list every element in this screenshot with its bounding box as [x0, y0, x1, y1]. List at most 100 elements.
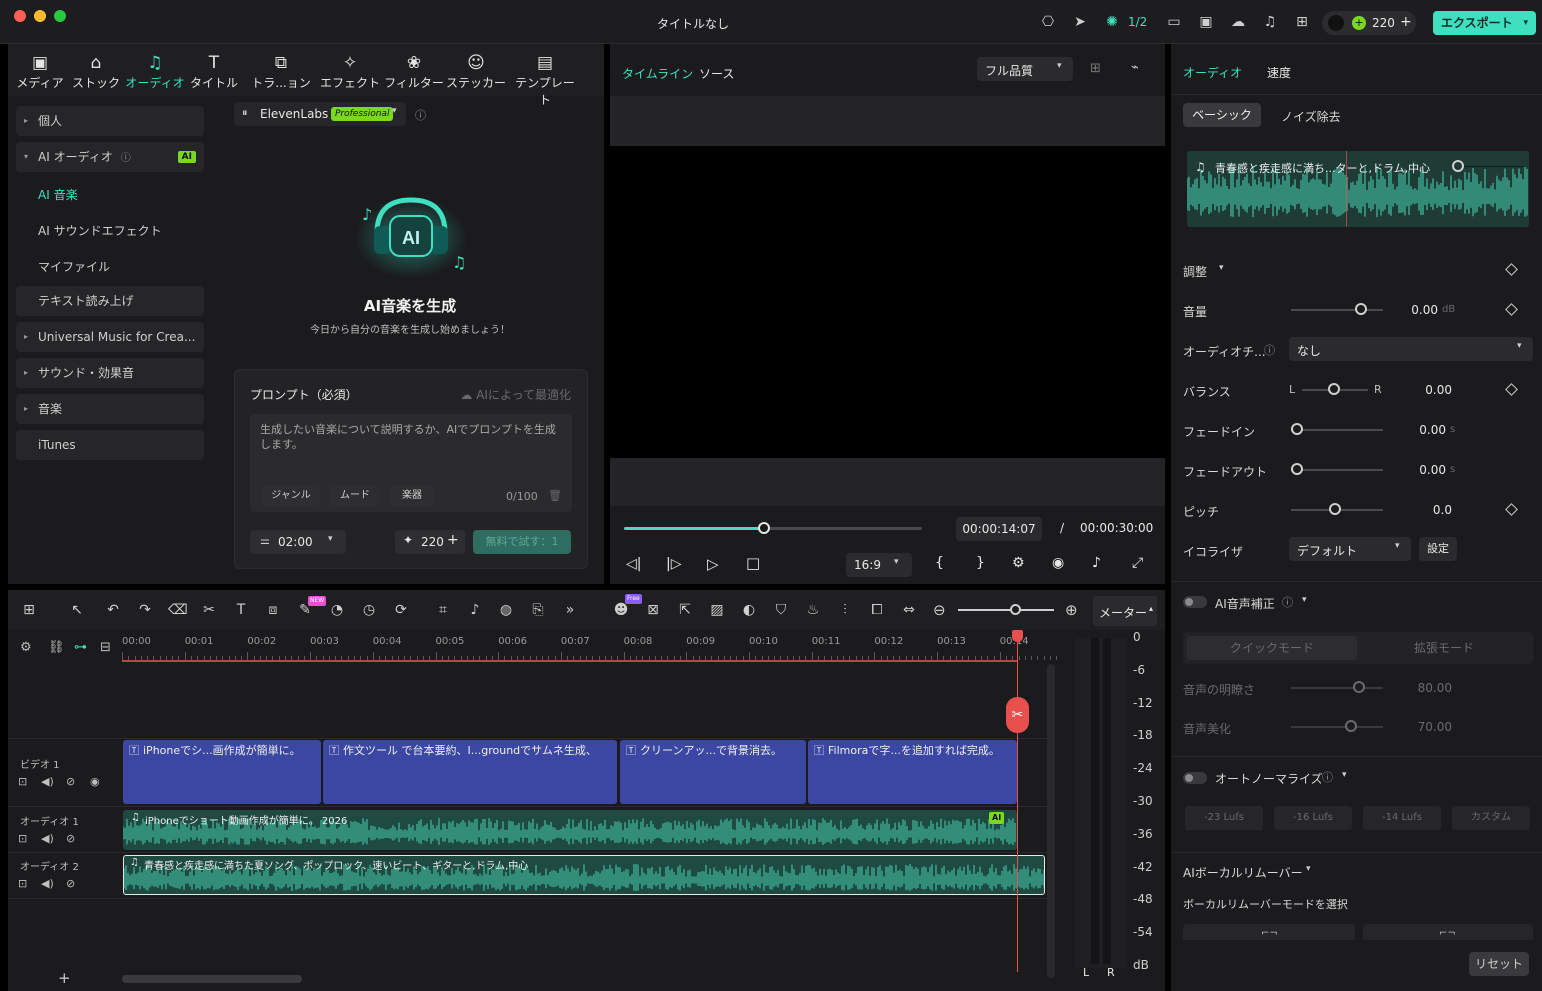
- tab-media[interactable]: ▣ メディア: [10, 52, 70, 91]
- tab-noise-reduction[interactable]: ノイズ除去: [1281, 108, 1341, 125]
- chevron-down-icon[interactable]: ▾: [1523, 11, 1528, 35]
- scrubber-handle[interactable]: [758, 522, 771, 534]
- clip-volume-knob[interactable]: [1452, 160, 1464, 172]
- mute-icon[interactable]: ⊘: [66, 775, 75, 788]
- zoom-in-icon[interactable]: ⊕: [1065, 601, 1078, 619]
- volume-slider[interactable]: [1291, 309, 1383, 311]
- video-clip[interactable]: 🅃 作文ツール で台本要約、I...groundでサムネ生成、: [323, 740, 617, 804]
- export-button[interactable]: エクスポート ▾: [1433, 11, 1536, 35]
- auto-normalize-toggle[interactable]: [1183, 772, 1207, 784]
- ai-voice-toggle[interactable]: [1183, 596, 1207, 608]
- vocal-mode-option-2[interactable]: ⌐¬: [1363, 924, 1533, 940]
- fullscreen-icon[interactable]: ⤢: [1132, 555, 1143, 571]
- tab-effect[interactable]: ✧ エフェクト: [320, 52, 380, 91]
- layout-icon[interactable]: ▭: [1165, 13, 1183, 31]
- sidebar-item-tts[interactable]: テキスト読み上げ: [16, 286, 204, 316]
- tab-sticker[interactable]: ☺ ステッカー: [446, 52, 506, 91]
- export-clip-icon[interactable]: ⇱: [676, 602, 694, 618]
- prev-frame-icon[interactable]: ◁|: [626, 556, 641, 572]
- chevron-down-icon[interactable]: ▾: [1342, 770, 1347, 780]
- playhead-handle[interactable]: [1012, 630, 1023, 642]
- fadeout-slider-handle[interactable]: [1291, 463, 1303, 475]
- link-icon[interactable]: ⊶: [74, 640, 87, 655]
- ai-mate-icon[interactable]: ☻: [612, 602, 630, 618]
- speed-icon[interactable]: ◔: [328, 602, 346, 618]
- stabilize-icon[interactable]: ◐: [740, 602, 758, 618]
- ai-text-icon[interactable]: ⌗: [434, 602, 452, 618]
- voice-beauty-slider[interactable]: [1291, 726, 1383, 728]
- tab-audio[interactable]: ♫ オーディオ: [125, 52, 185, 91]
- sidebar-item-music[interactable]: ▸ 音楽: [16, 394, 204, 424]
- delete-icon[interactable]: ⌫: [168, 602, 188, 618]
- help-icon[interactable]: ⓘ: [1282, 594, 1293, 610]
- mic-icon[interactable]: ♨: [804, 602, 822, 618]
- meter-toggle[interactable]: メーター ▴: [1093, 596, 1157, 626]
- headset-icon[interactable]: ♫: [1261, 13, 1279, 31]
- mute-icon[interactable]: ⊘: [66, 877, 75, 890]
- extended-mode-button[interactable]: 拡張モード: [1359, 636, 1529, 660]
- crop-icon[interactable]: ⧈: [264, 602, 282, 618]
- add-credit-icon[interactable]: +: [1400, 14, 1412, 30]
- lufs-custom-button[interactable]: カスタム: [1452, 806, 1530, 830]
- fadein-slider-handle[interactable]: [1291, 423, 1303, 435]
- scope-icon[interactable]: ⌁: [1131, 60, 1139, 75]
- sidebar-item-itunes[interactable]: iTunes: [16, 430, 204, 460]
- tab-audio[interactable]: オーディオ: [1183, 64, 1242, 81]
- clarity-slider[interactable]: [1291, 687, 1383, 689]
- chevron-down-icon[interactable]: ▾: [1219, 263, 1224, 273]
- speaker-icon[interactable]: ◀): [41, 775, 54, 788]
- mood-chip[interactable]: ムード: [330, 486, 380, 506]
- fadeout-slider[interactable]: [1291, 469, 1383, 471]
- send-icon[interactable]: ➤: [1071, 13, 1089, 31]
- mixer-icon[interactable]: ⫶: [836, 602, 854, 618]
- tab-stock[interactable]: ⌂ ストック: [66, 52, 126, 91]
- vertical-scrollbar[interactable]: [1047, 664, 1055, 978]
- balance-value[interactable]: 0.00: [1400, 383, 1452, 397]
- lufs-16-button[interactable]: -16 Lufs: [1274, 806, 1352, 830]
- vocal-mode-option-1[interactable]: ⌐¬: [1183, 924, 1355, 940]
- audio-channel-select[interactable]: なし ▾: [1289, 337, 1533, 361]
- fit-icon[interactable]: ⇔: [900, 602, 918, 618]
- apps-grid-icon[interactable]: ⊞: [1293, 13, 1311, 31]
- optimize-button[interactable]: ☁ AIによって最適化: [460, 386, 571, 403]
- tab-transition[interactable]: ⧉ トラ...ョン: [250, 52, 312, 91]
- video-clip[interactable]: 🅃 Filmoraで字...を追加すれば完成。: [808, 740, 1017, 804]
- play-icon[interactable]: ▷: [707, 555, 719, 573]
- apps-icon[interactable]: ⊞: [20, 602, 38, 618]
- help-icon[interactable]: ⓘ: [121, 153, 131, 164]
- duration-select[interactable]: ⚌ 02:00 ▾: [250, 530, 346, 554]
- auto-reframe-icon[interactable]: ⊠: [644, 602, 662, 618]
- sidebar-item-ai-audio[interactable]: ▾ AI オーディオ ⓘ AI: [16, 142, 204, 172]
- pitch-slider-handle[interactable]: [1329, 503, 1341, 515]
- provider-select[interactable]: ⏸ ElevenLabs Professional ▾: [234, 102, 406, 126]
- sidebar-sub-my-files[interactable]: マイファイル: [38, 258, 110, 275]
- quality-select[interactable]: フル品質 ▾: [977, 57, 1073, 81]
- voice-beauty-value[interactable]: 70.00: [1400, 720, 1452, 734]
- zoom-slider[interactable]: [958, 609, 1054, 611]
- lufs-14-button[interactable]: -14 Lufs: [1363, 806, 1441, 830]
- cloud-icon[interactable]: ☁: [1229, 13, 1247, 31]
- shield-icon[interactable]: ⛉: [772, 602, 790, 618]
- sidebar-item-sound-effects[interactable]: ▸ サウンド・効果音: [16, 358, 204, 388]
- sidebar-item-personal[interactable]: ▸ 個人: [16, 106, 204, 136]
- clarity-value[interactable]: 80.00: [1400, 681, 1452, 695]
- track-settings-icon[interactable]: ⚙: [20, 640, 32, 655]
- mark-in-icon[interactable]: {: [935, 555, 944, 571]
- pip-icon[interactable]: ⧠: [868, 602, 886, 618]
- lufs-23-button[interactable]: -23 Lufs: [1185, 806, 1263, 830]
- lock-icon[interactable]: ⊡: [18, 832, 27, 845]
- chevron-down-icon[interactable]: ▾: [1302, 595, 1307, 605]
- tab-speed[interactable]: 速度: [1267, 64, 1291, 81]
- volume-slider-handle[interactable]: [1355, 303, 1367, 315]
- audio2-clip[interactable]: ♫ 青春感と疾走感に満ちた夏ソング、ポップロック、速いビート、ギターと,ドラム,…: [123, 855, 1045, 895]
- horizontal-scrollbar[interactable]: [122, 975, 302, 983]
- ai-clip-icon[interactable]: ⎘: [529, 602, 547, 618]
- track-manage-icon[interactable]: ⊟: [100, 640, 111, 655]
- tab-filter[interactable]: ❀ フィルター: [384, 52, 444, 91]
- zoom-slider-handle[interactable]: [1010, 604, 1021, 615]
- snapshot-icon[interactable]: ◉: [1052, 555, 1064, 571]
- image-icon[interactable]: ▨: [708, 602, 726, 618]
- timer-icon[interactable]: ◷: [360, 602, 378, 618]
- tab-source[interactable]: ソース: [699, 65, 734, 82]
- audio-waveform-preview[interactable]: ♫ 青春感と疾走感に満ち...ターと,ドラム,中心: [1187, 151, 1529, 227]
